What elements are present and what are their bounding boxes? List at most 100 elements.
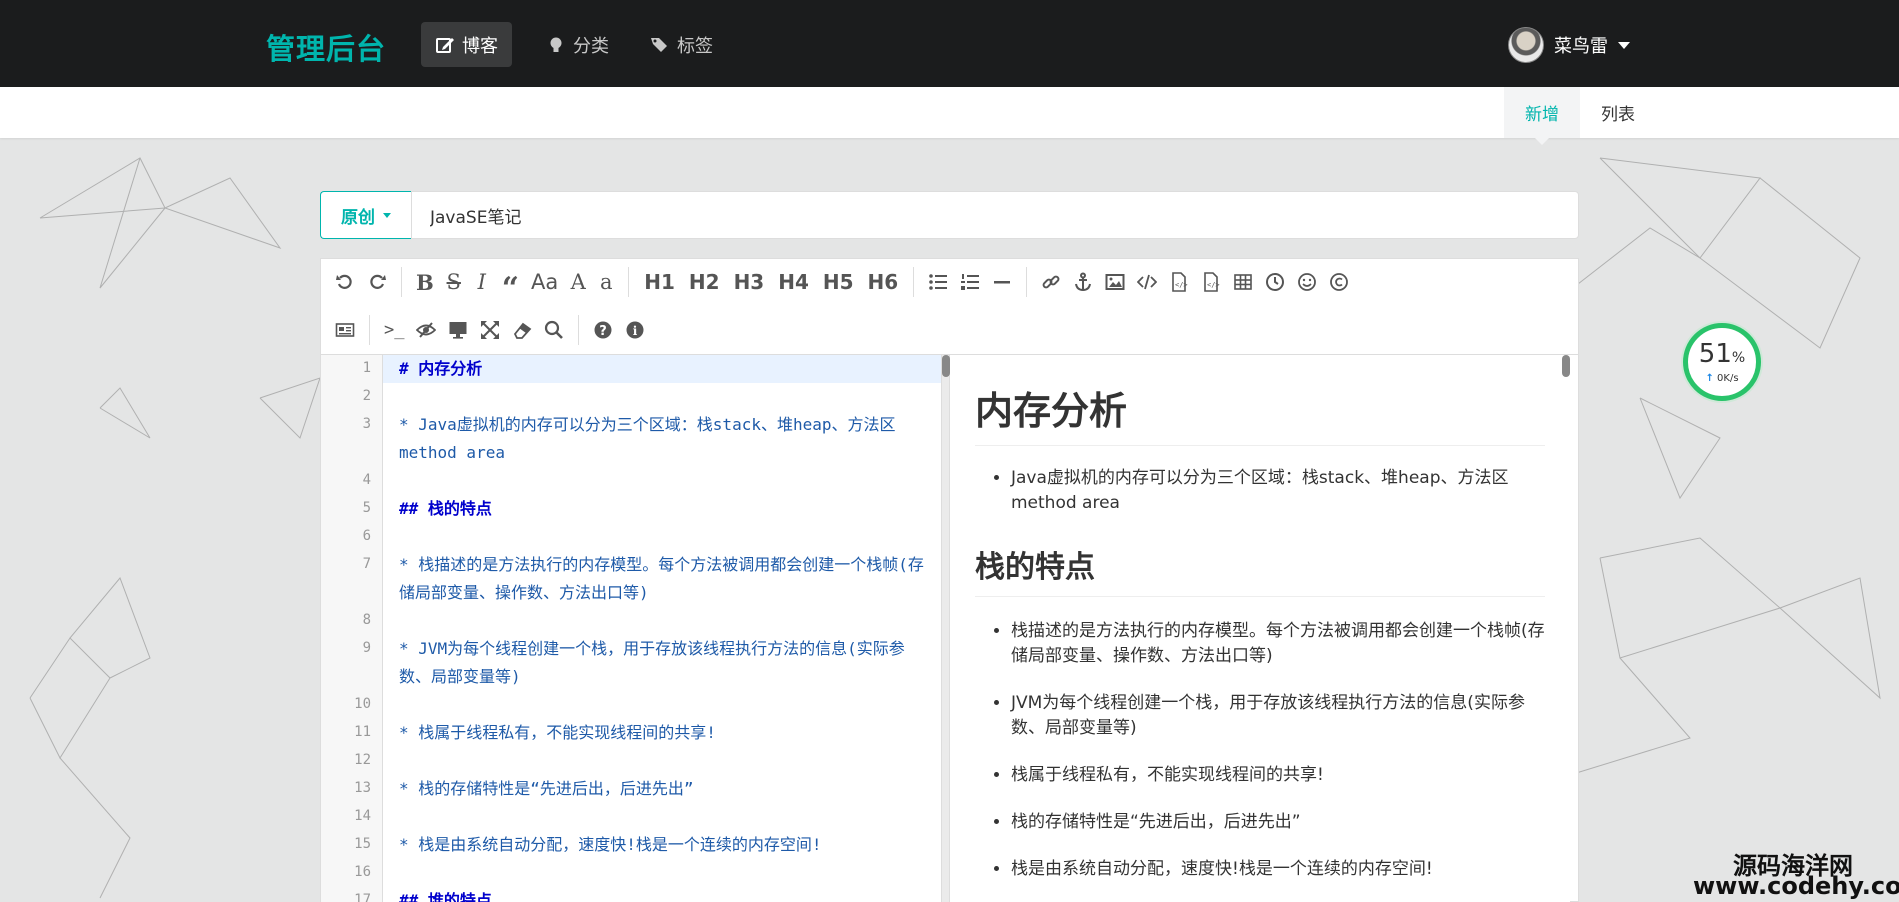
h5-button[interactable]: H5 [816, 266, 861, 298]
h3-button[interactable]: H3 [727, 266, 772, 298]
line-number: 11 [354, 724, 371, 740]
lowercase-button[interactable]: a [592, 266, 620, 298]
line-number: 12 [354, 752, 371, 768]
h2-button[interactable]: H2 [682, 266, 727, 298]
line-number: 14 [354, 808, 371, 824]
line-text: * 栈的存储特性是“先进后出，后进先出” [399, 779, 694, 798]
pane-divider[interactable] [941, 355, 950, 902]
search-button[interactable] [538, 314, 570, 346]
title-input[interactable] [411, 191, 1579, 239]
list-item: Java虚拟机的内存可以分为三个区域：栈stack、堆heap、方法区metho… [1011, 466, 1545, 516]
undo-button[interactable] [329, 266, 361, 298]
nav-blog[interactable]: 博客 [421, 22, 512, 67]
nav-tags[interactable]: 标签 [636, 22, 727, 67]
preformatted-text-button[interactable]: </> [1163, 266, 1195, 298]
nav-category[interactable]: 分类 [532, 22, 623, 67]
toolbar-row-2: >_ ? i [329, 310, 651, 350]
uppercase-button[interactable]: Aa [525, 266, 564, 298]
toggle-preview-button[interactable] [410, 314, 442, 346]
bold-button[interactable]: B [410, 266, 440, 298]
nav-category-label: 分类 [573, 35, 609, 57]
toolbar-divider [1026, 267, 1028, 297]
h6-button[interactable]: H6 [861, 266, 906, 298]
tab-add[interactable]: 新增 [1504, 87, 1580, 145]
html-entities-button[interactable] [1323, 266, 1355, 298]
image-button[interactable] [1099, 266, 1131, 298]
source-scrollbar[interactable] [942, 355, 950, 377]
code-line: 13 * 栈的存储特性是“先进后出，后进先出” [354, 775, 941, 803]
datetime-button[interactable] [1259, 266, 1291, 298]
link-button[interactable] [1035, 266, 1067, 298]
line-number: 5 [362, 500, 371, 516]
line-number: 2 [362, 388, 371, 404]
table-button[interactable] [1227, 266, 1259, 298]
clear-button[interactable] [506, 314, 538, 346]
code-button[interactable] [1131, 266, 1163, 298]
post-type-dropdown[interactable]: 原创 [320, 191, 411, 239]
help-button[interactable]: ? [587, 314, 619, 346]
svg-text:i: i [633, 324, 638, 338]
info-button[interactable]: i [619, 314, 651, 346]
list-ol-icon [961, 274, 980, 290]
user-menu[interactable]: 菜鸟雷 [1508, 25, 1630, 65]
first-upper-button[interactable]: A [564, 266, 592, 298]
code-block-button[interactable]: </> [1195, 266, 1227, 298]
h1-button[interactable]: H1 [637, 266, 682, 298]
pagebreak-button[interactable] [329, 314, 361, 346]
preview-list-1: Java虚拟机的内存可以分为三个区域：栈stack、堆heap、方法区metho… [975, 466, 1545, 516]
anchor-icon [1075, 272, 1092, 292]
toolbar-divider [628, 267, 630, 297]
top-navbar: 管理后台 博客 分类 标签 菜鸟雷 [0, 0, 1899, 87]
avatar [1508, 27, 1544, 63]
arrow-up-icon: ↑ [1705, 373, 1714, 384]
line-number: 4 [362, 472, 371, 488]
eraser-icon [514, 322, 532, 339]
fullscreen-button[interactable] [474, 314, 506, 346]
preview-h2: 栈的特点 [975, 542, 1545, 597]
line-text: * Java虚拟机的内存可以分为三个区域：栈stack、堆heap、方法区met… [399, 415, 896, 462]
svg-text:</>: </> [1207, 281, 1220, 289]
redo-button[interactable] [361, 266, 393, 298]
italic-button[interactable]: I [468, 266, 496, 298]
toolbar-divider [401, 267, 402, 297]
preview-list-2: 栈描述的是方法执行的内存模型。每个方法被调用都会创建一个栈帧(存储局部变量、操作… [975, 619, 1545, 882]
anchor-button[interactable] [1067, 266, 1099, 298]
toolbar-divider [913, 267, 915, 297]
watch-button[interactable] [442, 314, 474, 346]
brand-logo[interactable]: 管理后台 [266, 26, 386, 68]
speed-rate: ↑ 0K/s [1705, 373, 1739, 384]
nav-blog-label: 博客 [462, 35, 498, 57]
file-code-icon: </> [1172, 272, 1188, 292]
markdown-source-pane[interactable]: 1 # 内存分析 2 3 * Java虚拟机的内存可以分为三个区域：栈stack、堆… [321, 355, 941, 902]
network-speed-widget[interactable]: 51% ↑ 0K/s [1683, 323, 1761, 401]
emoji-button[interactable] [1291, 266, 1323, 298]
goto-line-button[interactable]: >_ [378, 314, 410, 346]
ordered-list-button[interactable] [954, 266, 986, 298]
nav-tags-label: 标签 [677, 35, 713, 57]
edit-icon [436, 37, 454, 53]
line-text: * JVM为每个线程创建一个栈，用于存放该线程执行方法的信息(实际参数、局部变量… [399, 639, 905, 686]
code-line: 5 ## 栈的特点 [363, 495, 941, 523]
title-row: 原创 [320, 191, 1579, 239]
info-circle-icon: i [626, 321, 644, 339]
toolbar-row-1: B S I “ Aa A a H1 H2 H3 H4 H5 H6 </> </> [329, 262, 1355, 304]
strikethrough-button[interactable]: S [440, 266, 468, 298]
unordered-list-button[interactable] [922, 266, 954, 298]
h4-button[interactable]: H4 [771, 266, 816, 298]
code-line: 6 [363, 523, 941, 551]
list-item: 栈描述的是方法执行的内存模型。每个方法被调用都会创建一个栈帧(存储局部变量、操作… [1011, 619, 1545, 669]
tab-list[interactable]: 列表 [1580, 87, 1656, 138]
chevron-down-icon [1618, 41, 1630, 49]
line-number: 7 [362, 556, 371, 572]
line-number: 3 [362, 416, 371, 432]
code-line: 9 * JVM为每个线程创建一个栈，用于存放该线程执行方法的信息(实际参数、局部变… [363, 635, 941, 691]
code-line: 10 [354, 691, 941, 719]
clock-icon [1266, 273, 1285, 291]
line-text: ## 堆的特点 [399, 891, 492, 902]
quote-button[interactable]: “ [496, 266, 525, 304]
minus-icon [994, 281, 1011, 284]
preview-scrollbar[interactable] [1562, 355, 1570, 377]
horizontal-rule-button[interactable] [986, 266, 1018, 298]
line-text: ## 栈的特点 [399, 499, 492, 518]
line-text: * 栈是由系统自动分配，速度快!栈是一个连续的内存空间! [399, 835, 822, 854]
